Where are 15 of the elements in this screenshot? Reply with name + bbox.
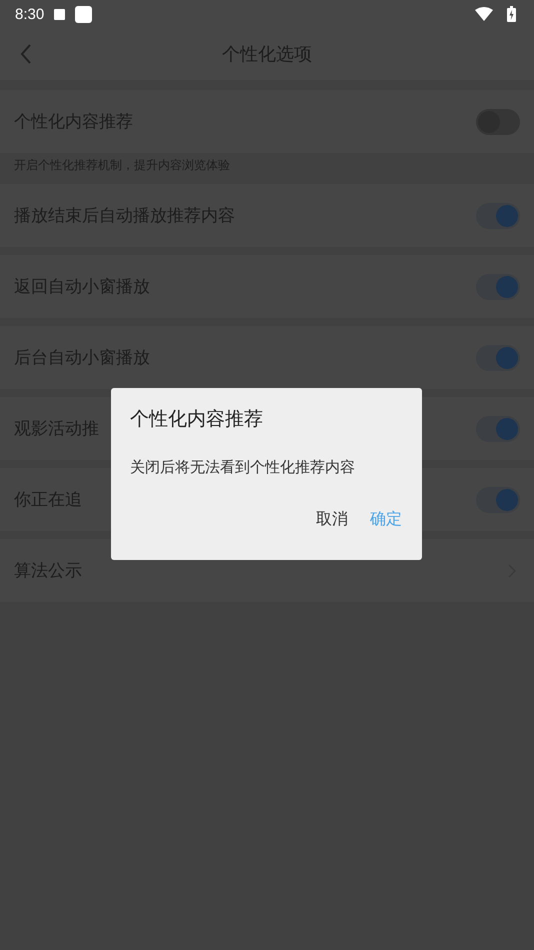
status-time: 8:30 [15,6,44,22]
toggle-switch[interactable] [476,486,520,512]
wifi-icon [475,7,493,21]
notification-icon [54,8,66,20]
toggle-switch[interactable] [476,344,520,370]
battery-icon [507,6,516,22]
dialog-message: 关闭后将无法看到个性化推荐内容 [130,458,356,477]
back-icon[interactable] [20,44,32,64]
notification-icon [75,6,92,22]
toggle-switch[interactable] [476,274,520,300]
toggle-switch[interactable] [476,416,520,442]
toggle-switch[interactable] [476,202,520,228]
toggle-switch[interactable] [476,108,520,134]
dialog-title: 个性化内容推荐 [130,407,264,432]
cancel-button[interactable]: 取消 [314,505,350,534]
